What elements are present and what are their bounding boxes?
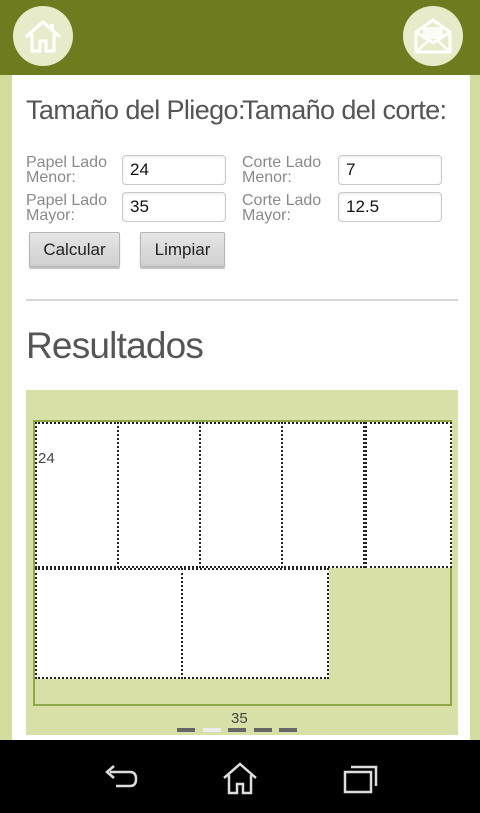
back-icon[interactable] [100, 760, 140, 796]
page-indicator [26, 728, 458, 734]
app-header [0, 0, 480, 75]
cut-piece [35, 422, 119, 568]
system-nav-bar [0, 740, 480, 813]
cut-major-input[interactable] [338, 192, 442, 222]
cut-piece [117, 422, 201, 568]
section-divider [26, 299, 458, 301]
page-dot[interactable] [254, 728, 272, 732]
home-icon [25, 20, 61, 53]
cut-major-label: Corte Lado Mayor: [242, 192, 322, 224]
clear-button[interactable]: Limpiar [140, 232, 225, 267]
page-dot-active[interactable] [203, 728, 221, 732]
scroll-rail [470, 75, 480, 740]
cut-piece [281, 422, 365, 568]
home-outline-icon[interactable] [220, 760, 260, 796]
page-dot[interactable] [228, 728, 246, 732]
home-button[interactable] [13, 6, 73, 66]
cut-piece [365, 422, 452, 568]
page-dot[interactable] [177, 728, 195, 732]
sheet-minor-label: Papel Lado Menor: [26, 154, 107, 186]
side-measure-label: 24 [38, 450, 55, 467]
cut-diagram: 24 35 [26, 390, 458, 735]
calculate-button[interactable]: Calcular [29, 232, 120, 267]
bottom-measure-label: 35 [231, 710, 248, 727]
mail-icon [414, 18, 452, 54]
cut-piece [35, 568, 183, 679]
recent-apps-icon[interactable] [340, 760, 380, 796]
sheet-major-label: Papel Lado Mayor: [26, 192, 107, 224]
left-rail [0, 75, 12, 740]
cut-piece [199, 422, 283, 568]
cut-minor-input[interactable] [338, 155, 442, 185]
main-content: Tamaño del Pliego: Tamaño del corte: Pap… [12, 75, 470, 740]
page-dot[interactable] [279, 728, 297, 732]
sheet-size-heading: Tamaño del Pliego: [26, 95, 245, 125]
paper-sheet: 24 [33, 420, 452, 706]
cut-piece [181, 568, 329, 679]
sheet-major-input[interactable] [122, 192, 226, 222]
cut-minor-label: Corte Lado Menor: [242, 154, 322, 186]
cut-size-heading: Tamaño del corte: [242, 95, 447, 125]
mail-button[interactable] [403, 6, 463, 66]
sheet-minor-input[interactable] [122, 155, 226, 185]
results-title: Resultados [26, 325, 204, 366]
